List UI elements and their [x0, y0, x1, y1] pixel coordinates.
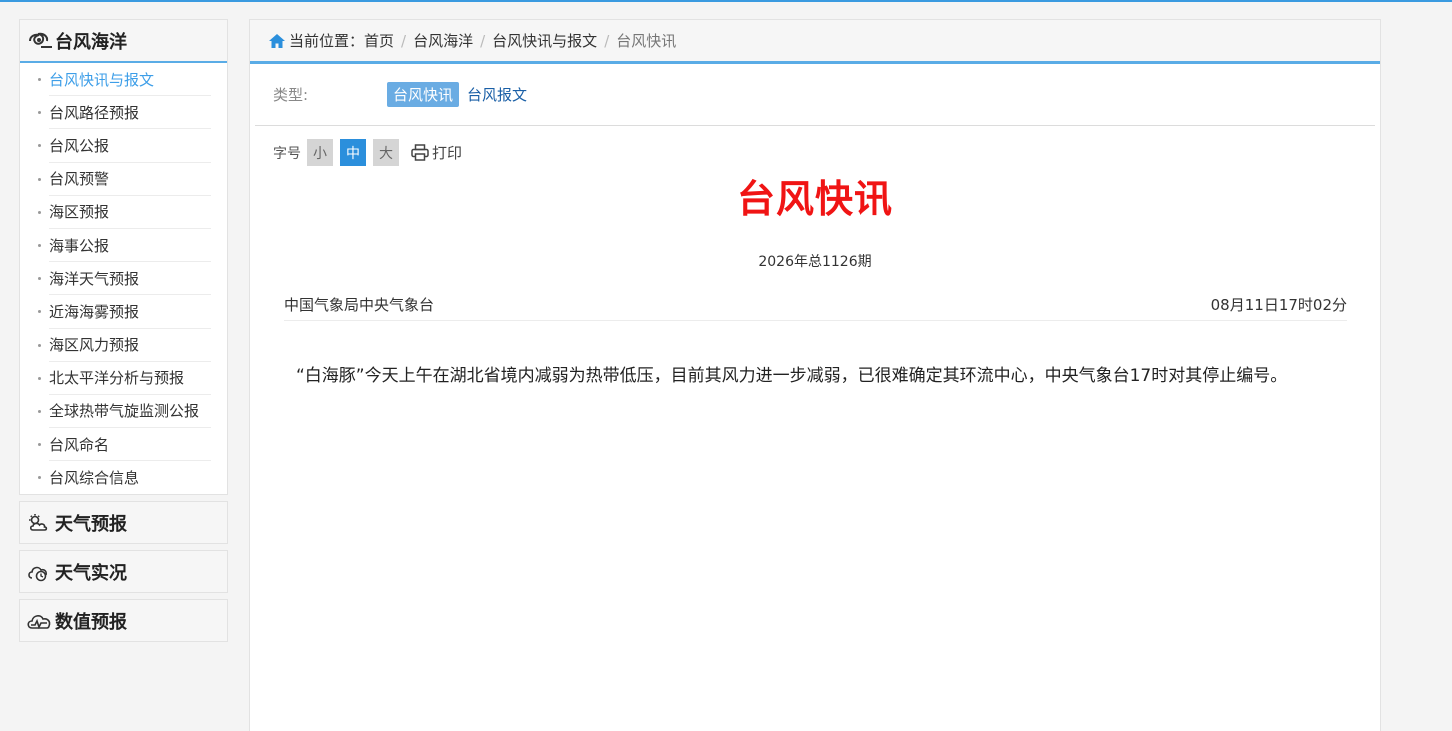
breadcrumb-separator: /	[480, 31, 486, 50]
article-meta: 中国气象局中央气象台 08月11日17时02分	[284, 294, 1347, 321]
sidebar-section-label: 天气预报	[55, 513, 127, 535]
type-filter-label: 类型:	[273, 86, 309, 104]
home-icon[interactable]	[268, 33, 286, 49]
sidebar-section-header[interactable]: 台风海洋	[20, 20, 227, 63]
type-filter: 类型: 台风快讯 台风报文	[255, 64, 1375, 126]
typhoon-icon	[27, 31, 53, 51]
article-source: 中国气象局中央气象台	[284, 296, 435, 314]
print-button[interactable]: 打印	[411, 142, 462, 163]
sidebar-item-typhoon-bulletin[interactable]: 台风公报	[38, 129, 211, 163]
breadcrumb-link-typhoon-news[interactable]: 台风快讯与报文	[492, 30, 597, 51]
breadcrumb-separator: /	[401, 31, 407, 50]
breadcrumb-current: 台风快讯	[616, 32, 677, 50]
sidebar-panel-typhoon: 台风海洋 台风快讯与报文 台风路径预报 台风公报 台风预警 海区预报 海事公报 …	[19, 19, 228, 496]
breadcrumb: 当前位置： 首页 / 台风海洋 / 台风快讯与报文 / 台风快讯	[250, 20, 1380, 64]
breadcrumb-link-typhoon-ocean[interactable]: 台风海洋	[413, 30, 473, 51]
top-accent-line	[0, 0, 1452, 2]
sidebar-item-sea-fog[interactable]: 近海海雾预报	[38, 295, 211, 329]
breadcrumb-prefix: 当前位置：	[289, 32, 365, 50]
sidebar-section-weather-observation[interactable]: 天气实况	[19, 550, 228, 594]
article-time: 08月11日17时02分	[1210, 296, 1347, 314]
sidebar-section-weather-forecast[interactable]: 天气预报	[19, 501, 228, 545]
sidebar-item-typhoon-news[interactable]: 台风快讯与报文	[38, 63, 211, 97]
type-filter-tag[interactable]: 台风报文	[467, 84, 527, 105]
article-title: 台风快讯	[736, 177, 893, 221]
cloud-wave-icon	[26, 610, 52, 632]
breadcrumb-link-home[interactable]: 首页	[364, 30, 394, 51]
main-content: 当前位置： 首页 / 台风海洋 / 台风快讯与报文 / 台风快讯 类型: 台风快…	[249, 19, 1381, 731]
sidebar-item-maritime-bulletin[interactable]: 海事公报	[38, 229, 211, 263]
sidebar-item-typhoon-warning[interactable]: 台风预警	[38, 163, 211, 196]
sidebar-item-sea-wind[interactable]: 海区风力预报	[38, 329, 211, 362]
print-label: 打印	[432, 144, 463, 162]
sidebar-menu: 台风快讯与报文 台风路径预报 台风公报 台风预警 海区预报 海事公报 海洋天气预…	[20, 63, 227, 494]
sidebar-item-north-pacific[interactable]: 北太平洋分析与预报	[38, 362, 211, 395]
sidebar-section-title: 台风海洋	[55, 31, 127, 53]
article-issue: 2026年总1126期	[758, 254, 872, 270]
sidebar: 台风海洋 台风快讯与报文 台风路径预报 台风公报 台风预警 海区预报 海事公报 …	[19, 19, 228, 643]
article-body: “白海豚”今天上午在湖北省境内减弱为热带低压，目前其风力进一步减弱，已很难确定其…	[296, 366, 1288, 386]
sidebar-item-typhoon-info[interactable]: 台风综合信息	[38, 461, 211, 494]
sidebar-item-global-cyclone[interactable]: 全球热带气旋监测公报	[38, 395, 211, 429]
cloud-clock-icon	[26, 561, 52, 583]
font-size-label: 字号	[273, 145, 301, 162]
type-filter-active-tag[interactable]: 台风快讯	[387, 82, 460, 107]
sidebar-section-numerical-forecast[interactable]: 数值预报	[19, 599, 228, 643]
font-size-toolbar: 字号 小 中 大 打印	[250, 139, 1380, 166]
sidebar-section-label: 天气实况	[55, 562, 127, 584]
font-size-medium-button[interactable]: 中	[340, 139, 366, 166]
cloud-sun-icon	[26, 512, 52, 534]
sidebar-item-sea-area-forecast[interactable]: 海区预报	[38, 196, 211, 229]
breadcrumb-separator: /	[604, 31, 610, 50]
sidebar-item-track-forecast[interactable]: 台风路径预报	[38, 96, 211, 130]
sidebar-section-label: 数值预报	[55, 611, 127, 633]
sidebar-item-marine-weather[interactable]: 海洋天气预报	[38, 262, 211, 296]
printer-icon	[411, 144, 429, 161]
sidebar-item-typhoon-naming[interactable]: 台风命名	[38, 428, 211, 462]
font-size-small-button[interactable]: 小	[307, 139, 333, 166]
font-size-large-button[interactable]: 大	[373, 139, 399, 166]
